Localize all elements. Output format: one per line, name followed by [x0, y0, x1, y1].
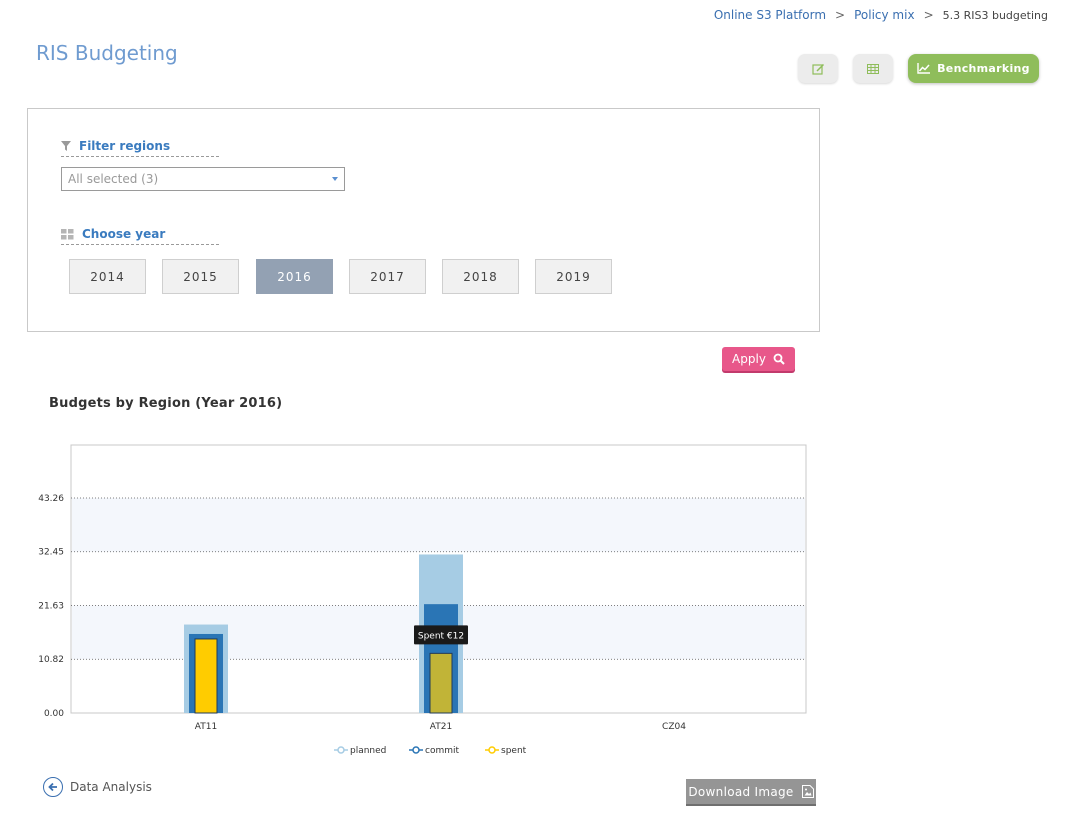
region-select-value: All selected (3) [68, 172, 159, 186]
table-view-button[interactable] [853, 54, 893, 83]
legend-label-commit: commit [425, 746, 459, 756]
legend-dot-spent [488, 746, 496, 754]
y-tick-label: 32.45 [38, 548, 64, 558]
edit-view-button[interactable] [798, 54, 838, 83]
breadcrumb-separator: > [835, 8, 846, 22]
legend-dot-commit [412, 746, 420, 754]
y-tick-label: 21.63 [38, 602, 64, 612]
breadcrumb-link-policy-mix[interactable]: Policy mix [854, 8, 914, 22]
image-file-icon [801, 785, 814, 798]
y-tick-label: 43.26 [38, 494, 64, 504]
year-button-2016[interactable]: 2016 [256, 259, 333, 294]
x-tick-label: AT21 [430, 722, 452, 732]
choose-year-label: Choose year [82, 227, 166, 241]
breadcrumb-current: 5.3 RIS3 budgeting [942, 9, 1048, 22]
legend-label-planned: planned [350, 746, 386, 756]
legend-dot-planned [337, 746, 345, 754]
chevron-down-icon [332, 177, 338, 181]
region-select[interactable]: All selected (3) [61, 167, 345, 191]
benchmarking-label: Benchmarking [937, 62, 1030, 75]
y-tick-label: 0.00 [44, 709, 64, 719]
data-analysis-label: Data Analysis [70, 780, 152, 794]
grid-icon [61, 228, 74, 239]
year-button-2019[interactable]: 2019 [535, 259, 612, 294]
page-title: RIS Budgeting [36, 41, 178, 65]
year-button-2015[interactable]: 2015 [162, 259, 239, 294]
funnel-icon [61, 141, 71, 151]
bar-spent [429, 652, 453, 714]
breadcrumb-link-platform[interactable]: Online S3 Platform [714, 8, 826, 22]
download-image-button[interactable]: Download Image [686, 779, 816, 804]
apply-label: Apply [732, 352, 766, 366]
data-analysis-link[interactable]: Data Analysis [43, 777, 152, 797]
breadcrumb-separator: > [923, 8, 934, 22]
breadcrumb: Online S3 Platform > Policy mix >5.3 RIS3 b… [714, 8, 1048, 22]
x-tick-label: CZ04 [662, 722, 686, 732]
apply-button[interactable]: Apply [722, 347, 795, 371]
budget-bar-chart: 0.00 10.82 21.63 32.45 43.26 AT11 AT21 CZ04 Spen… [38, 444, 807, 756]
year-button-2014[interactable]: 2014 [69, 259, 146, 294]
bar-spent [194, 638, 218, 714]
line-chart-icon [917, 63, 931, 74]
filter-regions-label: Filter regions [79, 139, 171, 153]
legend-label-spent: spent [501, 746, 527, 756]
filter-panel: Filter regions All selected (3) Choose y… [27, 108, 820, 332]
chart-title: Budgets by Region (Year 2016) [49, 396, 283, 411]
filter-regions-header: Filter regions [61, 139, 219, 157]
download-image-label: Download Image [688, 784, 794, 799]
search-icon [773, 353, 785, 365]
y-tick-label: 10.82 [38, 655, 64, 665]
benchmarking-button[interactable]: Benchmarking [908, 54, 1039, 83]
arrow-left-circle-icon [43, 777, 63, 797]
choose-year-header: Choose year [61, 227, 219, 245]
pencil-square-icon [811, 63, 824, 75]
table-grid-icon [867, 63, 879, 74]
plot-band [72, 498, 805, 552]
year-button-2018[interactable]: 2018 [442, 259, 519, 294]
x-tick-label: AT11 [195, 722, 217, 732]
chart-tooltip-text: Spent €12 [418, 631, 464, 641]
year-button-2017[interactable]: 2017 [349, 259, 426, 294]
